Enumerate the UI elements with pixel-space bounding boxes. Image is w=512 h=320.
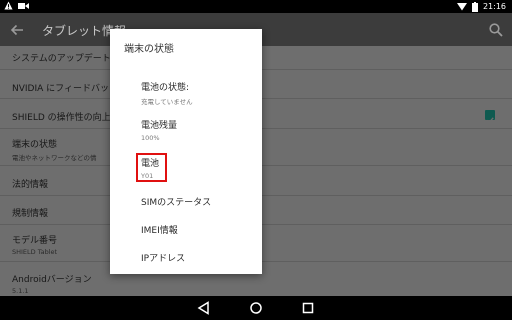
navigation-bar <box>0 296 512 320</box>
dialog-item-value: 充電していません <box>141 98 193 106</box>
dialog-item-ip-address[interactable]: IPアドレス <box>141 251 185 264</box>
battery-icon <box>471 1 478 12</box>
settings-item-model-number[interactable]: モデル番号 SHIELD Tablet <box>12 233 57 256</box>
status-time: 21:16 <box>482 2 506 11</box>
dialog-item-label: IPアドレス <box>141 254 186 264</box>
settings-item-title: モデル番号 <box>12 236 58 246</box>
settings-item-subtitle: 5.1.1 <box>12 287 29 295</box>
search-icon[interactable] <box>488 22 504 38</box>
dialog-item-battery-level[interactable]: 電池残量 100% <box>141 118 177 142</box>
dialog-item-label: SIMのステータス <box>141 198 212 208</box>
back-icon[interactable] <box>196 300 212 316</box>
dialog-item-imei[interactable]: IMEI情報 <box>141 223 178 236</box>
settings-item-device-status[interactable]: 端末の状態 電池やネットワークなどの情 <box>12 137 97 162</box>
settings-item-regulatory[interactable]: 規制情報 <box>12 206 48 219</box>
settings-item-subtitle: 電池やネットワークなどの情 <box>12 154 97 162</box>
highlight-box <box>136 153 167 182</box>
warning-icon <box>4 1 13 10</box>
media-icon <box>18 2 29 9</box>
settings-item-android-version[interactable]: Androidバージョン 5.1.1 <box>12 272 92 295</box>
settings-item-title: NVIDIA にフィードバック <box>12 84 118 94</box>
dialog-title: 端末の状態 <box>124 44 174 55</box>
checkmark-icon <box>486 117 494 124</box>
wifi-icon <box>456 3 467 11</box>
settings-item-improve-shield[interactable]: SHIELD の操作性の向上に <box>12 110 120 123</box>
settings-item-title: 法的情報 <box>12 180 49 190</box>
dialog-item-label: 電池の状態: <box>141 83 190 93</box>
settings-item-title: 規制情報 <box>12 209 49 219</box>
settings-item-feedback[interactable]: NVIDIA にフィードバック <box>12 81 118 94</box>
settings-item-legal[interactable]: 法的情報 <box>12 177 48 190</box>
back-arrow-icon[interactable] <box>8 21 26 39</box>
settings-item-title: SHIELD の操作性の向上に <box>12 113 120 123</box>
settings-item-title: Androidバージョン <box>12 275 92 285</box>
dialog-item-value: 100% <box>141 134 160 142</box>
settings-item-title: 端末の状態 <box>12 140 58 150</box>
settings-item-subtitle: SHIELD Tablet <box>12 248 58 256</box>
dialog-item-label: 電池残量 <box>141 121 178 131</box>
dialog-item-sim-status[interactable]: SIMのステータス <box>141 195 211 208</box>
home-icon[interactable] <box>248 300 264 316</box>
recents-icon[interactable] <box>300 300 316 316</box>
settings-item-system-update[interactable]: システムのアップデート <box>12 51 111 64</box>
dialog-item-label: IMEI情報 <box>141 226 178 236</box>
status-bar: 21:16 <box>0 0 512 13</box>
settings-item-title: システムのアップデート <box>12 54 111 64</box>
device-status-dialog: 端末の状態 電池の状態: 充電していません 電池残量 100% 電池 Y01 S… <box>110 29 262 274</box>
dialog-item-battery-status[interactable]: 電池の状態: 充電していません <box>141 80 193 106</box>
improve-shield-checkbox[interactable] <box>485 110 495 124</box>
